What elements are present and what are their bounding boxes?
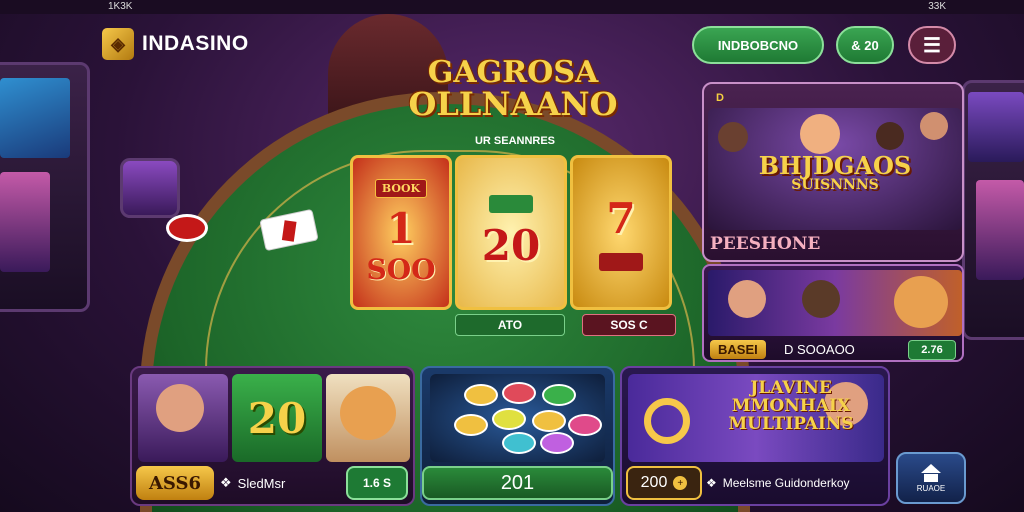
background-screen-left-2 <box>0 172 50 272</box>
home-icon-body <box>924 473 938 482</box>
promo-panel-2[interactable]: BASEI D SOOAOO 2.76 <box>702 264 964 362</box>
card1-button[interactable]: 1.6 S <box>346 466 408 500</box>
card1-label-text: SledMsr <box>237 475 286 491</box>
background-screen-left <box>0 78 70 158</box>
balance-button[interactable]: INDBOBCNO <box>692 26 824 64</box>
promo-title-sub: SUISNNNS <box>791 177 879 193</box>
under-button-1[interactable]: ATO <box>455 314 565 336</box>
cube-logo-icon: ◈ <box>102 28 134 60</box>
chips-button[interactable]: & 20 <box>836 26 894 64</box>
promo-title: BHJDGAOS SUISNNNS <box>740 151 930 193</box>
promo-2-badge: BASEI <box>710 340 766 359</box>
menu-button[interactable]: ☰ <box>908 26 956 64</box>
reel-3[interactable]: 7 <box>570 155 672 310</box>
reel-2[interactable]: 20 <box>455 155 567 310</box>
status-battery: 33K <box>928 1 946 12</box>
reel-1-badge: BOOK <box>374 179 428 198</box>
ring-icon <box>644 398 690 444</box>
dealer-face-3 <box>920 112 948 140</box>
app-logo[interactable]: ◈ INDASINO <box>102 28 249 60</box>
background-screen-right <box>968 92 1024 162</box>
number-thumb-value: 20 <box>247 393 307 443</box>
home-label: RUAOE <box>916 483 946 493</box>
chip-icon <box>492 408 526 430</box>
chip-icon <box>502 382 536 404</box>
player-thumb <box>138 374 228 462</box>
menu-icon: ☰ <box>923 34 941 57</box>
card2-label[interactable]: 201 <box>422 466 613 500</box>
card3-title: JLAVINE MMONHAIX MULTIPAINS <box>728 378 854 434</box>
queen-face <box>800 114 840 154</box>
card1-badge: ASS6 <box>136 466 214 500</box>
card3-label-text: Meelsme Guidonderkoy <box>722 476 850 490</box>
game-card-2[interactable]: 201 <box>420 366 615 506</box>
under-button-2[interactable]: SOS C <box>582 314 676 336</box>
dog-face <box>894 276 948 328</box>
status-bar: 1K3K 33K <box>0 0 1024 14</box>
game-title: GAGROSA OLLNAANO <box>398 55 628 123</box>
dealer-face-1 <box>718 122 748 152</box>
dealer-face-2 <box>876 122 904 150</box>
game-card-3[interactable]: JLAVINE MMONHAIX MULTIPAINS 200 + ❖ Meel… <box>620 366 890 506</box>
player-face <box>156 384 204 432</box>
chip-icon <box>542 384 576 406</box>
card3-amount[interactable]: 200 + <box>626 466 702 500</box>
reel-1-sub: SOO <box>366 253 436 286</box>
bullet-icon: ❖ <box>220 475 232 490</box>
reel-1[interactable]: BOOK 1 SOO <box>350 155 452 310</box>
game-subtitle: UR SEANNRES <box>474 135 556 147</box>
game-card-1[interactable]: 20 ASS6 ❖ SledMsr 1.6 S <box>130 366 415 506</box>
host-face-2 <box>802 280 840 318</box>
chip-icon <box>464 384 498 406</box>
chips-thumb <box>430 374 605 462</box>
number-thumb: 20 <box>232 374 322 462</box>
chip-icon <box>540 432 574 454</box>
red-chip-icon <box>166 214 208 242</box>
chip-icon <box>454 414 488 436</box>
host-face-1 <box>728 280 766 318</box>
dog-thumb-face <box>340 386 396 440</box>
background-slot-machine-center <box>120 158 180 218</box>
coin-icon: + <box>673 476 688 490</box>
chip-icon <box>532 410 566 432</box>
game-title-line2: OLLNAANO <box>408 85 618 123</box>
background-screen-right-2 <box>976 180 1024 280</box>
chip-icon <box>568 414 602 436</box>
card1-label: ❖ SledMsr <box>220 466 330 500</box>
card3-amount-value: 200 <box>640 474 668 491</box>
promo-panel[interactable]: D BHJDGAOS SUISNNNS PEESHONE <box>702 82 964 262</box>
app-name: INDASINO <box>142 32 249 55</box>
clover-icon <box>599 253 643 271</box>
game-title-line1: GAGROSA <box>427 55 599 90</box>
reel-2-value: 20 <box>481 221 541 270</box>
card3-label: ❖ Meelsme Guidonderkoy <box>706 466 886 500</box>
promo-2-value: D SOOAOO <box>784 342 855 357</box>
promo-title-main: BHJDGAOS <box>758 151 912 180</box>
home-icon <box>921 463 941 473</box>
status-time: 1K3K <box>108 1 133 12</box>
promo-2-button[interactable]: 2.76 <box>908 340 956 360</box>
promo-2-image <box>708 270 962 336</box>
promo-tag: D <box>716 92 724 104</box>
home-button[interactable]: RUAOE <box>896 452 966 504</box>
chip-icon <box>502 432 536 454</box>
reel-1-value: 1 <box>386 204 416 253</box>
dog-thumb <box>326 374 410 462</box>
bullet-icon: ❖ <box>706 476 717 490</box>
reel-3-value: 7 <box>606 194 636 243</box>
promo-label: PEESHONE <box>710 234 821 254</box>
cash-icon <box>489 195 533 213</box>
